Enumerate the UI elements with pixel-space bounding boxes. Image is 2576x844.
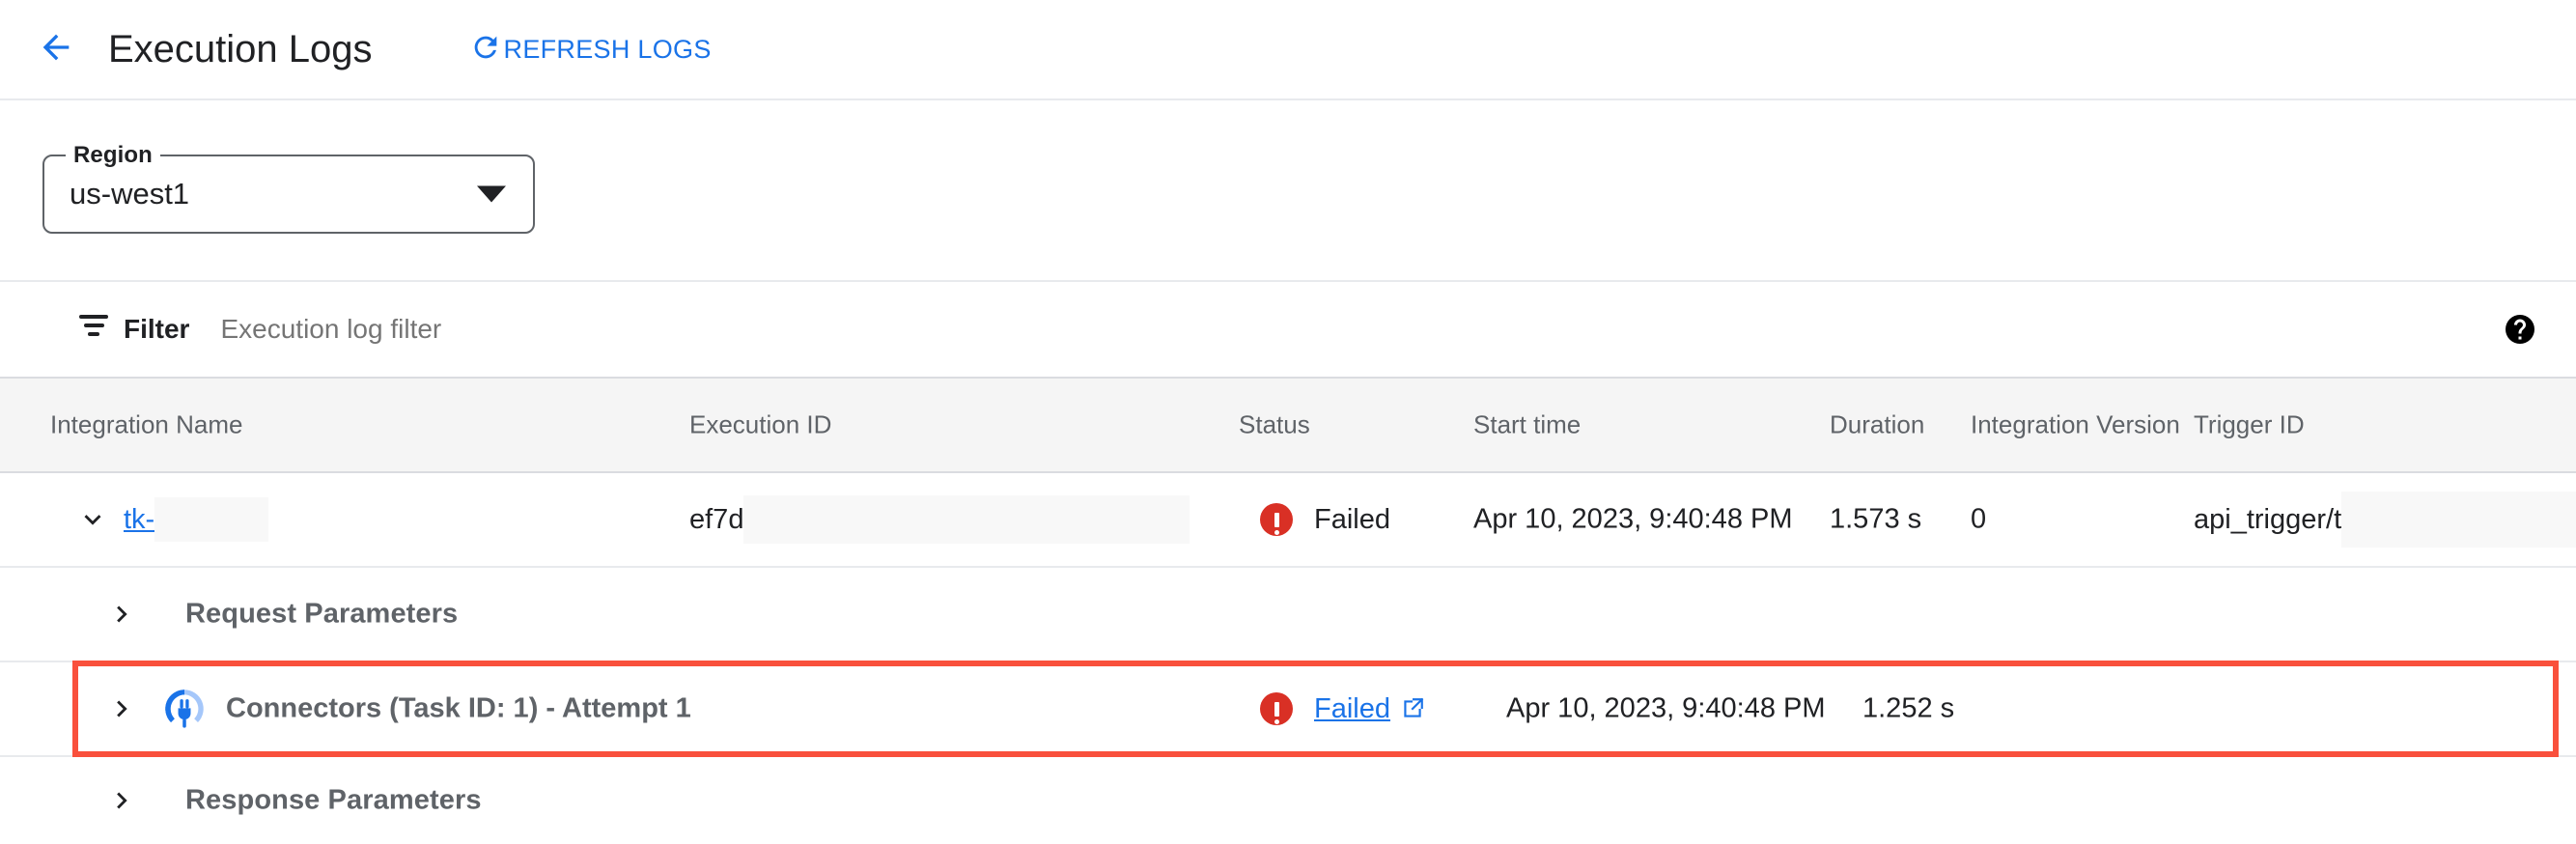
redacted-execution-id [743,495,1190,544]
table-row[interactable]: Connectors (Task ID: 1) - Attempt 1 Fail… [0,662,2576,757]
filter-list-icon [79,315,108,344]
region-label: Region [66,142,160,169]
refresh-icon [469,31,502,69]
status-text: Failed [1314,504,1390,536]
chevron-right-icon[interactable] [100,688,143,730]
column-header-integration-version[interactable]: Integration Version [1971,410,2180,440]
table-header: Integration Name Execution ID Status Sta… [0,379,2576,473]
trigger-id-value: api_trigger/t [2194,504,2341,536]
duration-cell: 1.573 s [1830,504,1921,536]
task-status-link[interactable]: Failed [1314,693,1390,725]
execution-id-cell: ef7d [689,495,1190,544]
page-title: Execution Logs [108,28,373,71]
refresh-logs-button[interactable]: REFRESH LOGS [460,23,721,76]
column-header-status[interactable]: Status [1239,410,1310,440]
execution-logs-page: Execution Logs REFRESH LOGS Region us-we… [0,0,2576,844]
task-duration-cell: 1.252 s [1862,693,1954,725]
table-row[interactable]: Request Parameters [0,568,2576,662]
table-row[interactable]: Response Parameters [0,757,2576,844]
error-icon [1260,692,1293,725]
region-select[interactable]: Region us-west1 [42,155,535,234]
filter-button[interactable]: Filter [79,314,189,345]
response-parameters-label: Response Parameters [185,785,482,817]
execution-id-value: ef7d [689,504,743,536]
expand-connectors-task-toggle[interactable] [100,688,143,730]
connectors-plug-icon [160,685,209,733]
region-value: us-west1 [70,177,189,211]
chevron-down-icon[interactable] [71,498,114,541]
status-cell: Failed [1260,503,1390,536]
filter-bar: Filter [0,280,2576,379]
filter-input[interactable] [220,314,1089,345]
task-status-cell[interactable]: Failed [1260,692,1425,725]
integration-name-link[interactable]: tk- [124,504,154,536]
back-button[interactable] [31,24,81,74]
table-row[interactable]: tk- ef7d Failed Apr 10, 2023, 9:40:48 PM… [0,473,2576,568]
chevron-right-icon[interactable] [100,593,143,635]
region-selector: Region us-west1 [42,155,535,234]
start-time-cell: Apr 10, 2023, 9:40:48 PM [1473,504,1793,536]
redacted-integration-name [154,497,268,542]
request-parameters-label: Request Parameters [185,599,458,631]
column-header-duration[interactable]: Duration [1830,410,1924,440]
error-icon [1260,503,1293,536]
connectors-task-label: Connectors (Task ID: 1) - Attempt 1 [226,693,691,725]
integration-name-cell[interactable]: tk- [124,497,268,542]
integration-version-cell: 0 [1971,504,1986,536]
redacted-trigger-id [2341,492,2576,548]
chevron-right-icon[interactable] [100,779,143,822]
help-circle-icon[interactable] [2503,312,2537,347]
column-header-execution-id[interactable]: Execution ID [689,410,831,440]
trigger-id-cell: api_trigger/t [2194,492,2576,548]
expand-request-parameters-toggle[interactable] [100,593,143,635]
column-header-trigger-id[interactable]: Trigger ID [2194,410,2305,440]
page-header: Execution Logs REFRESH LOGS [0,0,2576,100]
refresh-logs-label: REFRESH LOGS [504,35,712,65]
chevron-down-icon[interactable] [477,186,506,203]
column-header-start-time[interactable]: Start time [1473,410,1581,440]
expand-execution-toggle[interactable] [71,498,114,541]
task-start-time-cell: Apr 10, 2023, 9:40:48 PM [1506,693,1826,725]
column-header-integration-name[interactable]: Integration Name [50,410,242,440]
filter-label: Filter [124,314,189,345]
expand-response-parameters-toggle[interactable] [100,779,143,822]
arrow-back-icon [37,28,75,71]
open-in-new-icon[interactable] [1400,696,1425,721]
